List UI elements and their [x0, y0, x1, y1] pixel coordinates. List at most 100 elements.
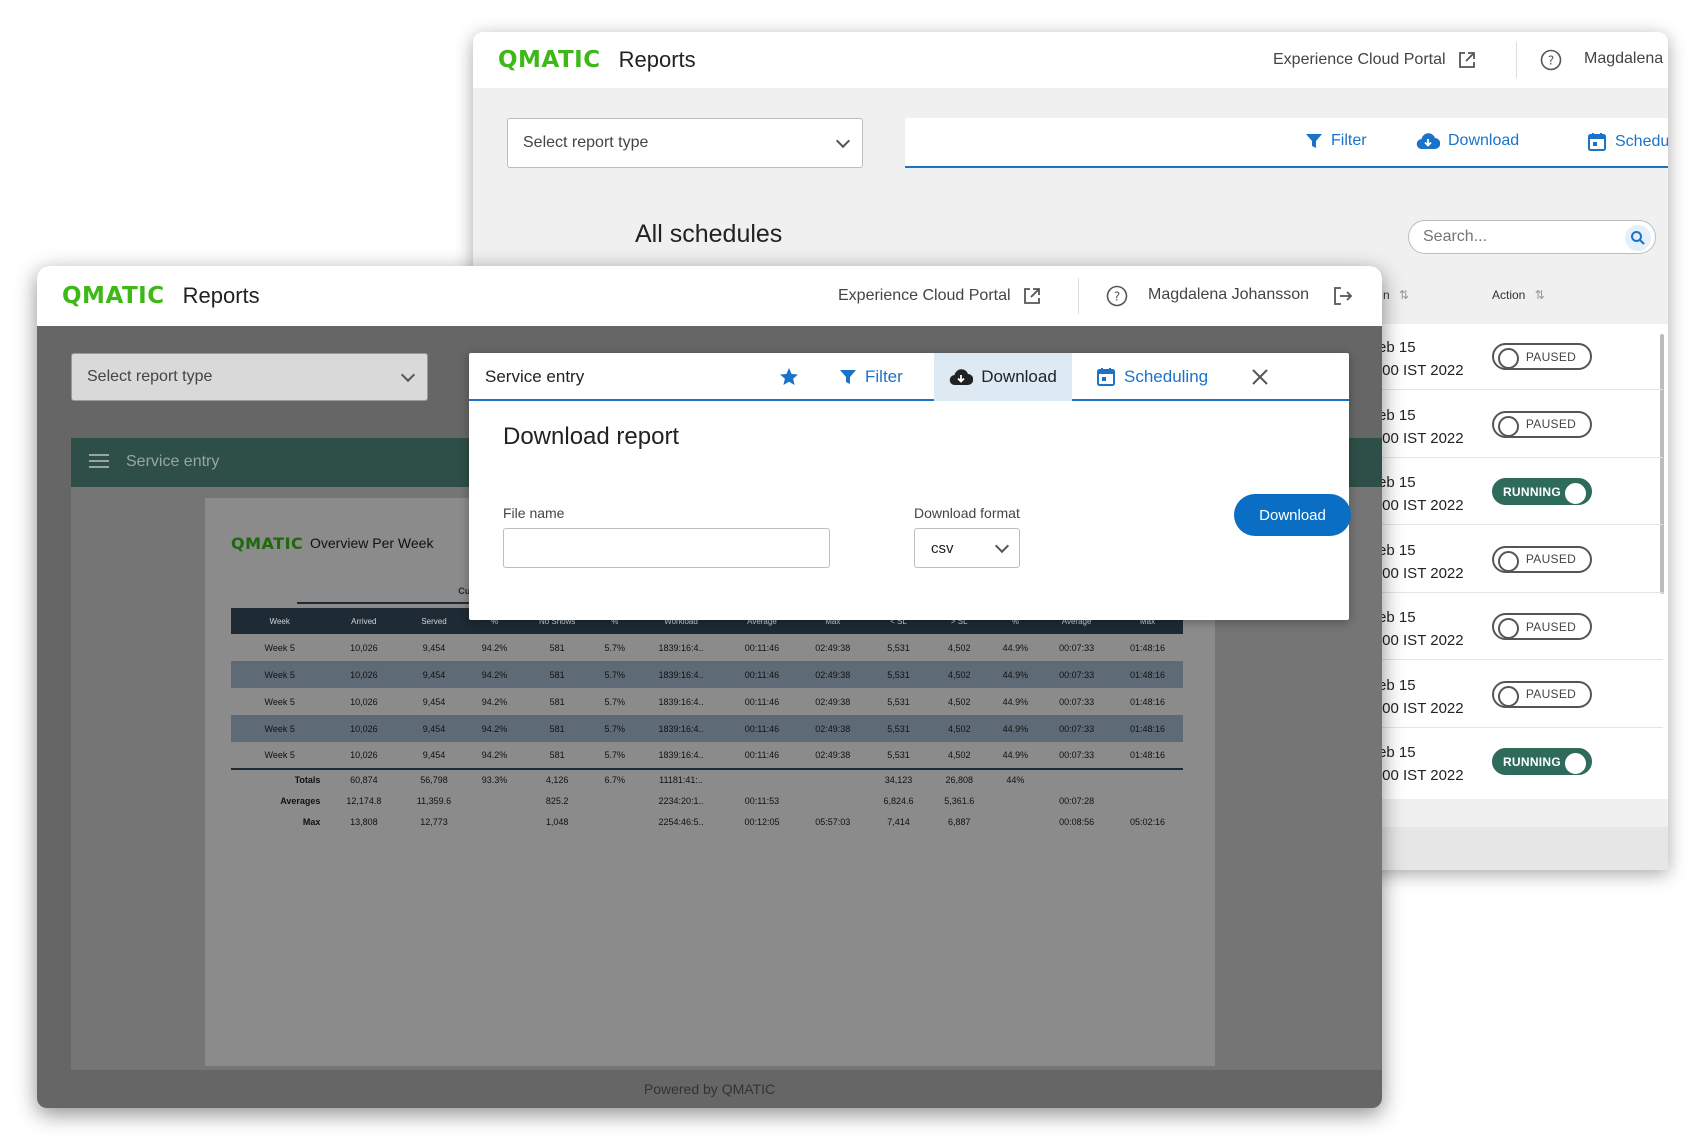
- table-cell: 5,361.6: [944, 795, 975, 806]
- filter-button[interactable]: Filter: [1305, 132, 1367, 150]
- download-button[interactable]: Download: [1416, 132, 1519, 150]
- table-cell: 581: [549, 750, 565, 760]
- help-icon[interactable]: ?: [1540, 49, 1562, 71]
- cloud-download-icon: [949, 369, 974, 386]
- table-cell: 5.7%: [604, 750, 626, 760]
- table-cell: [1112, 768, 1183, 790]
- table-cell: 00:07:33: [1059, 750, 1095, 760]
- table-cell: 4,126: [520, 768, 595, 790]
- table-cell: 1,048: [545, 816, 569, 827]
- table-cell: 94.2%: [481, 696, 508, 707]
- dialog-report-name: Service entry: [485, 367, 585, 386]
- sort-icon: ⇅: [1399, 288, 1410, 302]
- download-format-select[interactable]: csv: [914, 528, 1020, 568]
- file-name-input[interactable]: [503, 528, 830, 568]
- status-toggle[interactable]: PAUSED: [1492, 613, 1592, 640]
- totals-row: Max 13,808 12,773 1,048 2254:46:5.. 00:12:05 0…: [231, 811, 1183, 832]
- menu-icon[interactable]: [89, 453, 109, 469]
- tab-download-label: Download: [981, 367, 1057, 386]
- user-name: Magdalena Johansson: [1148, 286, 1310, 303]
- table-cell: 94.2%: [481, 642, 508, 653]
- report-column-header: Week: [231, 608, 329, 634]
- table-cell: Week 5: [264, 750, 295, 760]
- list-scrollbar[interactable]: [1660, 334, 1664, 594]
- table-cell: 4,502: [947, 642, 971, 653]
- footer-text: Powered by QMATIC: [643, 1081, 776, 1097]
- table-cell: 6.7%: [594, 768, 636, 790]
- table-cell: 94.2%: [468, 715, 521, 742]
- schedule-date-line2: :00 IST 2022: [1378, 767, 1464, 784]
- file-name-label: File name: [503, 505, 565, 521]
- status-toggle[interactable]: RUNNING: [1492, 478, 1592, 505]
- schedule-date-line2: :00 IST 2022: [1378, 497, 1464, 514]
- download-dialog: Service entry Filter Download Scheduling…: [469, 353, 1351, 620]
- chevron-down-icon: [400, 367, 416, 382]
- tab-download[interactable]: Download: [934, 353, 1072, 401]
- schedule-date-line1: eb 15: [1378, 609, 1416, 626]
- row-divider: [1373, 456, 1663, 458]
- schedule-date: eb 15 :00 IST 2022: [1378, 606, 1464, 652]
- table-cell: 60,874: [328, 768, 400, 790]
- download-submit-button[interactable]: Download: [1234, 494, 1351, 536]
- table-cell: 94.2%: [481, 750, 508, 760]
- table-cell: 01:48:16: [1112, 661, 1183, 688]
- table-cell: 581: [520, 715, 595, 742]
- table-cell: 01:48:16: [1112, 715, 1183, 742]
- row-divider: [1373, 659, 1663, 660]
- sort-icon: ⇅: [1534, 288, 1545, 302]
- table-cell: 7,414: [887, 816, 910, 827]
- table-cell: 9,454: [422, 696, 446, 707]
- table-cell: 00:07:33: [1041, 715, 1113, 742]
- table-row: Week 5 10,026 9,454 94.2% 581 5.7% 1839:16:4..…: [231, 742, 1183, 769]
- table-cell: 11,359.6: [416, 795, 452, 806]
- column-header-action-label: Action: [1492, 288, 1526, 302]
- table-cell: 44.9%: [989, 715, 1042, 742]
- search-input[interactable]: [1423, 228, 1613, 246]
- table-row: Week 5 10,026 9,454 94.2% 581 5.7% 1839:16:4..…: [231, 688, 1183, 715]
- table-cell: Max: [302, 816, 321, 827]
- table-cell: 5.7%: [604, 696, 626, 707]
- status-toggle[interactable]: PAUSED: [1492, 545, 1592, 573]
- table-cell: 5,531: [868, 715, 929, 742]
- table-cell: 4,502: [928, 661, 990, 688]
- schedule-date: eb 15:00 IST 2022: [1378, 539, 1464, 585]
- tab-filter[interactable]: Filter: [839, 353, 903, 401]
- status-toggle[interactable]: PAUSED: [1492, 343, 1592, 370]
- status-toggle[interactable]: RUNNING: [1492, 748, 1592, 775]
- status-toggle[interactable]: PAUSED: [1492, 410, 1592, 438]
- table-cell: 2234:20:1..: [658, 795, 704, 806]
- search-icon[interactable]: [1625, 225, 1651, 251]
- table-cell: 6,887: [947, 816, 971, 827]
- column-header-partial[interactable]: n ⇅: [1383, 288, 1409, 302]
- status-toggle[interactable]: PAUSED: [1492, 680, 1592, 708]
- table-cell: 6,824.6: [883, 795, 914, 806]
- table-cell: Averages: [280, 795, 321, 806]
- table-row: Week 5 10,026 9,454 94.2% 581 5.7% 1839:16:4..…: [231, 715, 1183, 742]
- report-table: Week Arrived Served% No Shows% Workload Avera…: [231, 608, 1183, 832]
- column-header-action[interactable]: Action ⇅: [1492, 288, 1545, 302]
- portal-link[interactable]: Experience Cloud Portal: [1273, 49, 1478, 71]
- scheduling-button[interactable]: Schedu: [1587, 132, 1668, 152]
- table-cell: 825.2: [545, 795, 569, 806]
- report-type-select[interactable]: Select report type: [507, 118, 863, 168]
- help-icon[interactable]: ?: [1106, 285, 1128, 307]
- tab-scheduling[interactable]: Scheduling: [1096, 353, 1208, 401]
- portal-link[interactable]: Experience Cloud Portal: [838, 285, 1043, 307]
- user-name[interactable]: Magdalena: [1584, 50, 1663, 68]
- schedule-date-line2: :00 IST 2022: [1378, 632, 1464, 649]
- table-cell: 44.9%: [1002, 696, 1029, 707]
- table-cell: 581: [549, 696, 565, 707]
- table-cell: 4,502: [947, 696, 971, 707]
- report-type-select-label: Select report type: [523, 134, 649, 151]
- search-box[interactable]: [1408, 220, 1656, 254]
- table-cell: [990, 790, 1042, 811]
- favorite-star-icon[interactable]: [779, 367, 799, 392]
- report-bar-title: Service entry: [126, 453, 220, 470]
- logout-icon[interactable]: [1332, 285, 1354, 307]
- report-type-select[interactable]: Select report type: [71, 353, 428, 401]
- table-cell: 1839:16:4..: [635, 661, 727, 688]
- table-cell: 00:07:28: [1059, 795, 1095, 806]
- table-cell: 10,026: [350, 642, 378, 653]
- close-icon[interactable]: [1251, 368, 1269, 391]
- table-cell: 1839:16:4..: [658, 696, 704, 707]
